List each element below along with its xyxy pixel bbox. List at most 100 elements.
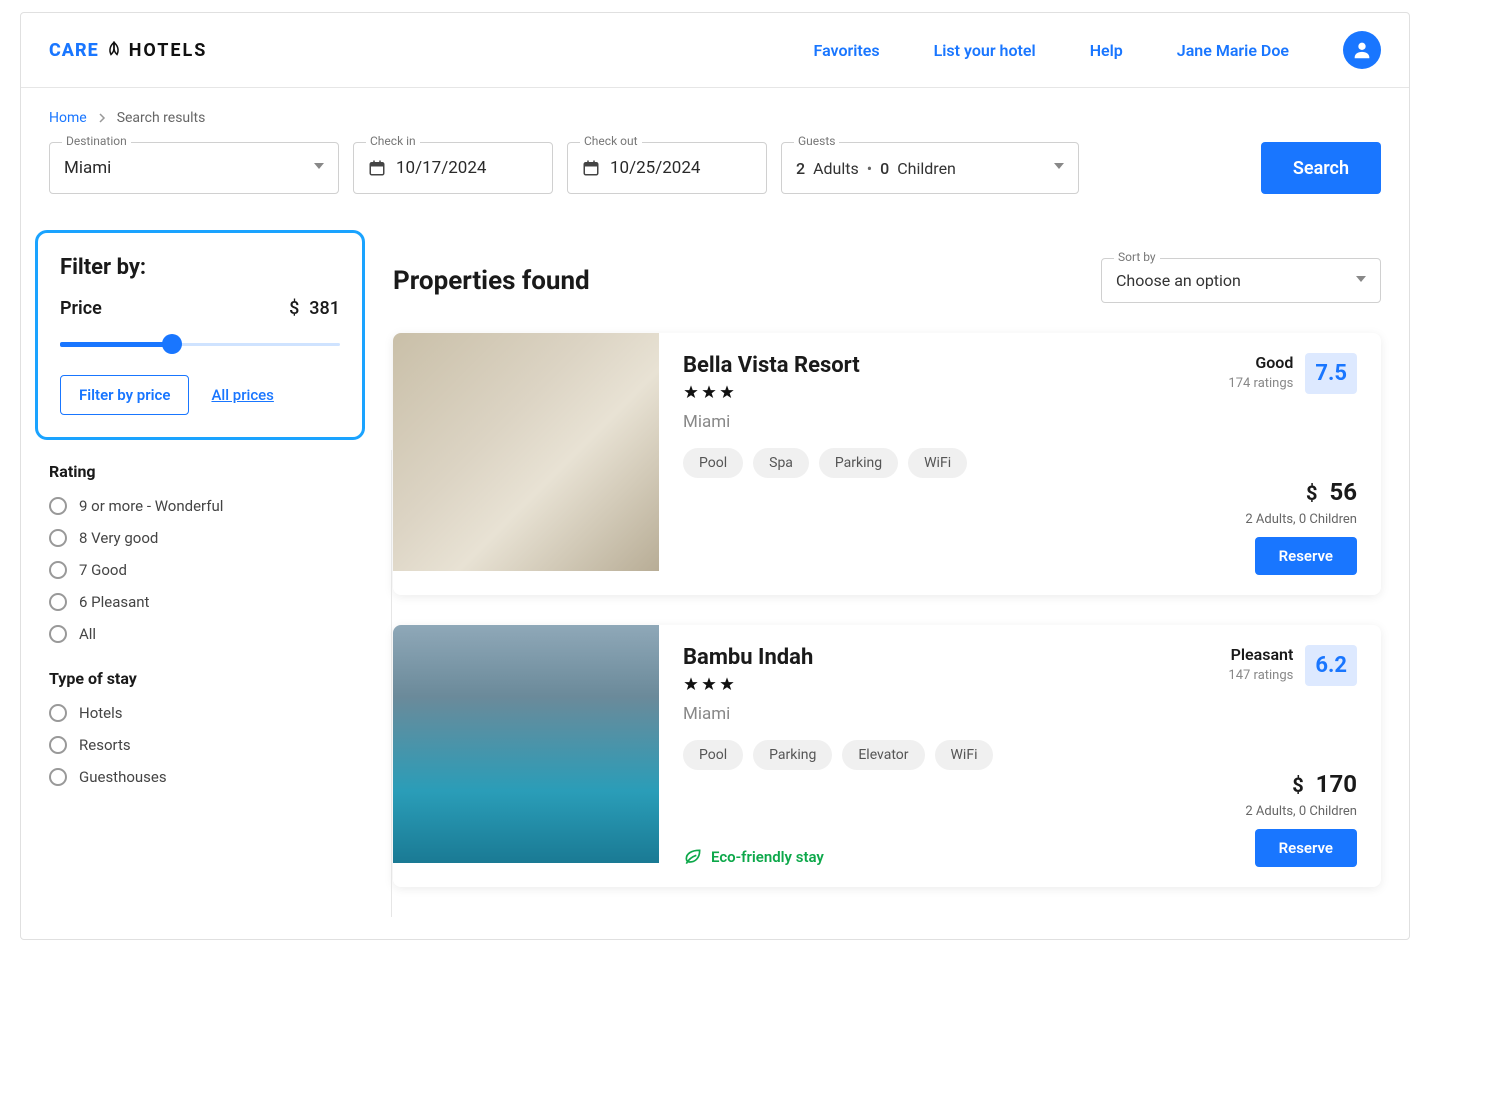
amenity-tags: PoolParkingElevatorWiFi	[683, 740, 993, 770]
property-price: $ 56	[1245, 478, 1357, 506]
amenity-tag: Parking	[753, 740, 832, 770]
property-guests-line: 2 Adults, 0 Children	[1245, 804, 1357, 819]
star-icon	[701, 676, 717, 692]
chevron-right-icon	[97, 113, 107, 123]
rating-option[interactable]: 8 Very good	[49, 529, 359, 547]
checkin-field[interactable]: Check in 10/17/2024	[353, 142, 553, 194]
amenity-tag: Elevator	[842, 740, 924, 770]
rating-option[interactable]: 6 Pleasant	[49, 593, 359, 611]
property-image[interactable]	[393, 625, 659, 863]
nav-list-your-hotel[interactable]: List your hotel	[934, 41, 1036, 60]
checkin-label: Check in	[366, 134, 420, 148]
column-divider	[391, 450, 392, 917]
rating-option-label: 7 Good	[79, 561, 127, 579]
star-icon	[683, 384, 699, 400]
rating-option[interactable]: All	[49, 625, 359, 643]
adults-word: Adults	[813, 159, 859, 178]
filter-by-price-button[interactable]: Filter by price	[60, 375, 189, 415]
amenity-tag: Spa	[753, 448, 809, 478]
stay-type-header: Type of stay	[49, 669, 359, 688]
radio-icon	[49, 768, 67, 786]
radio-icon	[49, 497, 67, 515]
sort-select[interactable]: Sort by Choose an option	[1101, 258, 1381, 303]
chevron-down-icon	[1054, 163, 1064, 173]
rating-count: 174 ratings	[1228, 376, 1293, 391]
sort-label: Sort by	[1114, 250, 1160, 264]
stay-type-option[interactable]: Guesthouses	[49, 768, 359, 786]
price-currency: $	[289, 298, 299, 319]
nav-favorites[interactable]: Favorites	[814, 41, 880, 60]
price-label: Price	[60, 298, 102, 319]
sort-value: Choose an option	[1116, 271, 1241, 290]
amenity-tags: Pool Spa Parking WiFi	[683, 448, 967, 478]
children-count: 0	[880, 159, 889, 178]
user-icon	[1351, 39, 1373, 61]
property-card: Bella Vista ResortMiamiPoolSpaParkingWiF…	[393, 333, 1381, 595]
star-rating	[683, 384, 967, 400]
stay-type-option[interactable]: Resorts	[49, 736, 359, 754]
all-prices-link[interactable]: All prices	[211, 386, 273, 404]
rating-score: 6.2	[1305, 645, 1357, 686]
price-value: 381	[309, 298, 340, 319]
destination-select[interactable]: Destination Miami	[49, 142, 339, 194]
destination-label: Destination	[62, 134, 131, 148]
property-rating: Pleasant147 ratings6.2	[1228, 645, 1357, 770]
rating-option-label: All	[79, 625, 96, 643]
rating-option-label: 6 Pleasant	[79, 593, 149, 611]
checkout-field[interactable]: Check out 10/25/2024	[567, 142, 767, 194]
radio-icon	[49, 625, 67, 643]
rating-word: Good	[1228, 353, 1293, 372]
reserve-button[interactable]: Reserve	[1255, 829, 1357, 867]
chevron-down-icon	[314, 163, 324, 173]
radio-icon	[49, 593, 67, 611]
eco-badge: Eco-friendly stay	[683, 847, 824, 867]
leaf-icon	[683, 847, 703, 867]
logo[interactable]: CARE HOTELS	[49, 40, 207, 61]
radio-icon	[49, 529, 67, 547]
star-icon	[719, 384, 735, 400]
star-rating	[683, 676, 993, 692]
property-card: Bambu IndahMiamiPoolParkingElevatorWiFiP…	[393, 625, 1381, 887]
filters-sidebar: Filter by: Price $381 Filter by price Al…	[49, 230, 359, 917]
avatar[interactable]	[1343, 31, 1381, 69]
calendar-icon	[582, 159, 600, 177]
property-name[interactable]: Bambu Indah	[683, 645, 993, 670]
rating-option[interactable]: 7 Good	[49, 561, 359, 579]
reserve-button[interactable]: Reserve	[1255, 537, 1357, 575]
amenity-tag: WiFi	[908, 448, 967, 478]
header: CARE HOTELS Favorites List your hotel He…	[21, 13, 1409, 88]
checkin-value: 10/17/2024	[396, 158, 486, 178]
search-button[interactable]: Search	[1261, 142, 1381, 194]
stay-type-option-label: Guesthouses	[79, 768, 167, 786]
slider-thumb[interactable]	[162, 334, 182, 354]
nav-help[interactable]: Help	[1090, 41, 1123, 60]
checkout-value: 10/25/2024	[610, 158, 700, 178]
rating-option-label: 9 or more - Wonderful	[79, 497, 223, 515]
price-slider[interactable]	[60, 333, 340, 355]
logo-care: CARE	[49, 40, 99, 61]
star-icon	[701, 384, 717, 400]
nav-user-name[interactable]: Jane Marie Doe	[1177, 41, 1289, 60]
property-name[interactable]: Bella Vista Resort	[683, 353, 967, 378]
amenity-tag: Parking	[819, 448, 898, 478]
guests-select[interactable]: Guests 2 Adults • 0 Children	[781, 142, 1079, 194]
stay-type-option-label: Hotels	[79, 704, 123, 722]
radio-icon	[49, 704, 67, 722]
star-icon	[719, 676, 735, 692]
rating-option[interactable]: 9 or more - Wonderful	[49, 497, 359, 515]
property-location: Miami	[683, 704, 993, 724]
breadcrumb-home[interactable]: Home	[49, 110, 87, 126]
stay-type-filter: Type of stay Hotels Resorts Guesthouses	[49, 669, 359, 786]
radio-icon	[49, 736, 67, 754]
property-image[interactable]	[393, 333, 659, 571]
eco-label: Eco-friendly stay	[711, 848, 824, 866]
rating-header: Rating	[49, 462, 359, 481]
adults-count: 2	[796, 159, 805, 178]
star-icon	[683, 676, 699, 692]
stay-type-option[interactable]: Hotels	[49, 704, 359, 722]
amenity-tag: Pool	[683, 740, 743, 770]
amenity-tag: Pool	[683, 448, 743, 478]
rating-score: 7.5	[1305, 353, 1357, 394]
radio-icon	[49, 561, 67, 579]
breadcrumb-current: Search results	[117, 110, 206, 126]
